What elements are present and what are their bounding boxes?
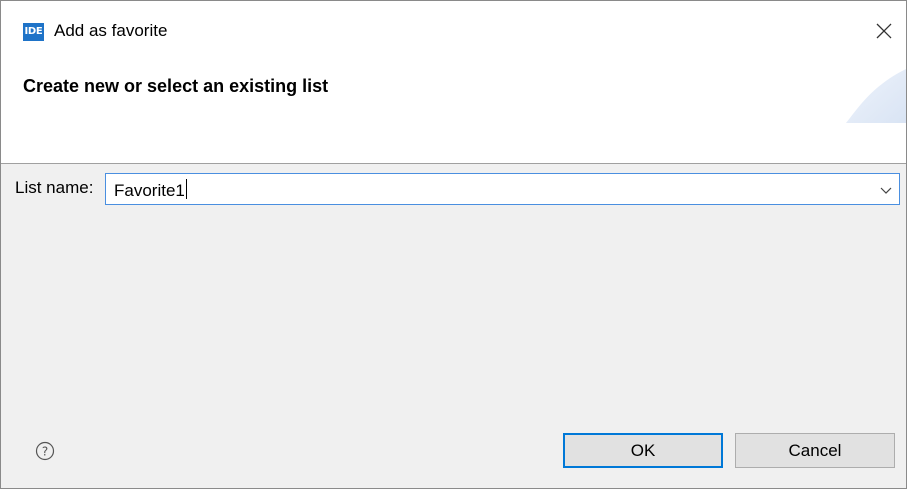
text-caret	[185, 179, 187, 199]
close-button[interactable]	[870, 17, 898, 45]
dialog-header: Create new or select an existing list	[1, 61, 906, 164]
list-name-input[interactable]: Favorite1	[114, 181, 185, 200]
cancel-button[interactable]: Cancel	[735, 433, 895, 468]
svg-text:?: ?	[42, 445, 48, 459]
ok-button[interactable]: OK	[563, 433, 723, 468]
window-title: Add as favorite	[54, 21, 168, 40]
list-name-label: List name:	[15, 178, 94, 197]
help-icon: ?	[35, 441, 55, 461]
add-favorite-dialog: IDE Add as favorite Create new or select…	[0, 0, 907, 489]
dialog-header-title: Create new or select an existing list	[23, 76, 329, 96]
list-name-row: List name: Favorite1	[1, 164, 906, 209]
chevron-down-icon[interactable]	[879, 183, 893, 197]
close-icon	[876, 23, 892, 39]
list-name-input-wrap[interactable]: Favorite1	[114, 179, 187, 201]
list-name-combobox[interactable]: Favorite1	[105, 173, 900, 205]
help-button[interactable]: ?	[35, 441, 55, 461]
title-bar: IDE Add as favorite	[1, 1, 906, 61]
header-decoration	[846, 69, 906, 123]
app-icon: IDE	[23, 23, 44, 41]
